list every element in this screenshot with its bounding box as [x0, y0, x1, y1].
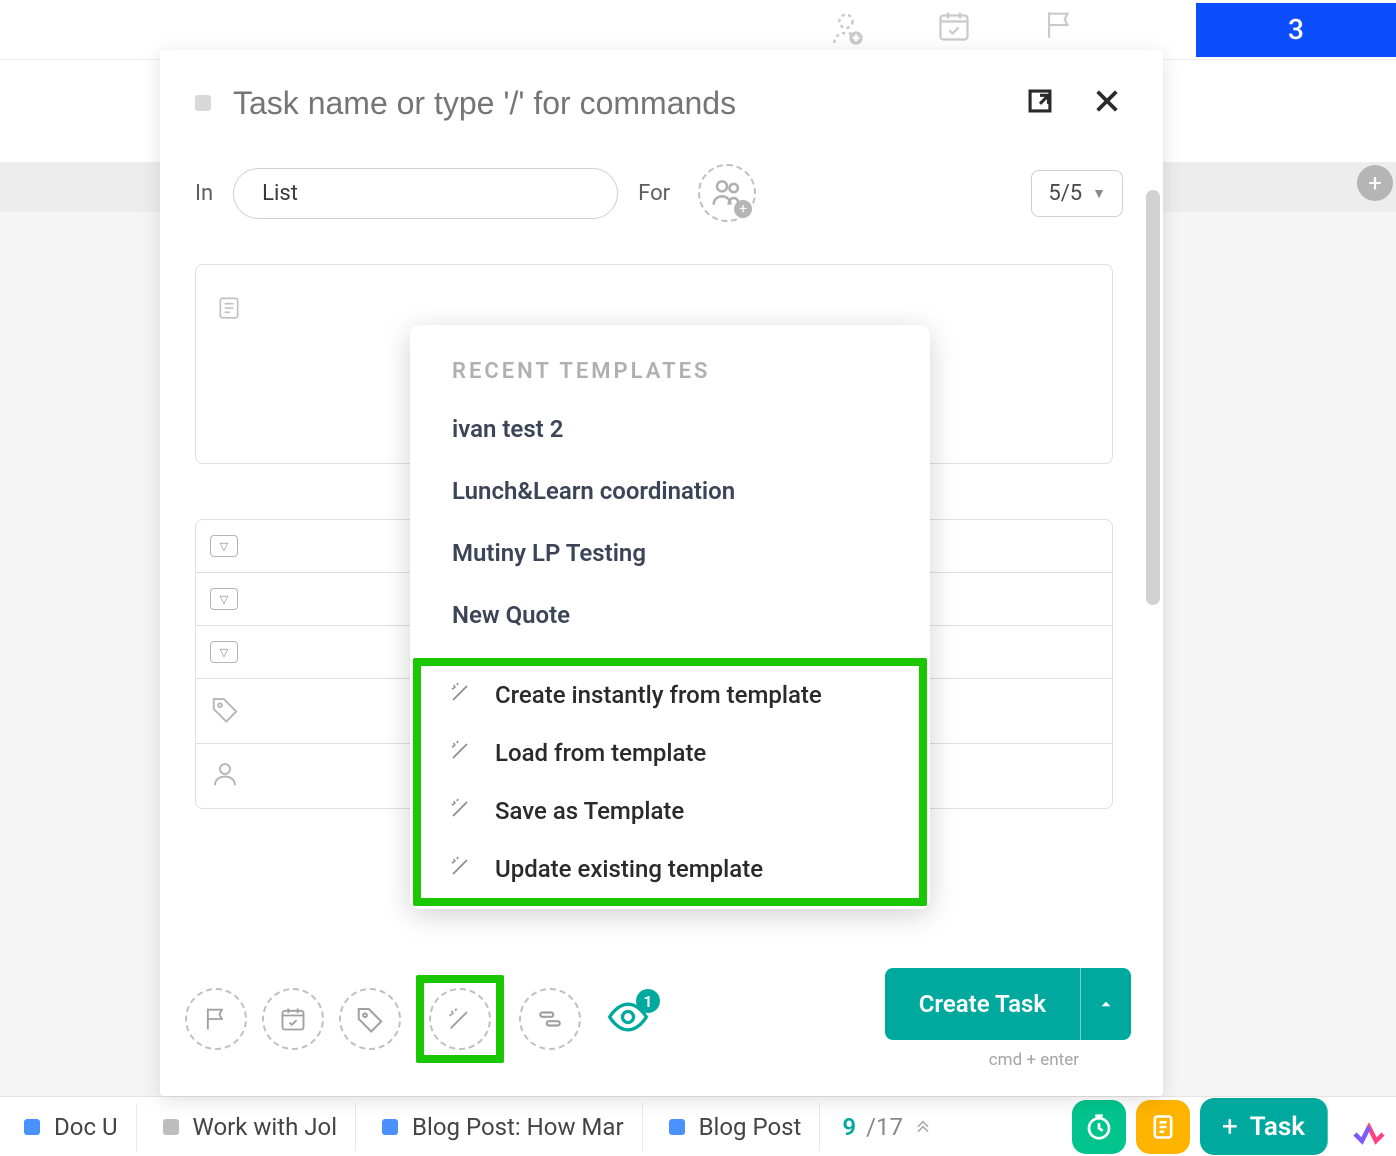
tag-button[interactable]	[339, 988, 401, 1050]
create-task-button[interactable]: Create Task	[885, 968, 1131, 1040]
create-task-modal: In List For + 5/5 ▼	[160, 50, 1163, 1096]
popover-section-title: RECENT TEMPLATES	[410, 347, 930, 398]
flag-icon	[1042, 8, 1076, 52]
template-item[interactable]: Mutiny LP Testing	[410, 522, 930, 584]
person-icon	[210, 759, 240, 793]
bottom-tab[interactable]: Blog Post	[651, 1103, 821, 1151]
counter-total: /17	[866, 1113, 903, 1141]
shortcut-hint: cmd + enter	[885, 1050, 1079, 1070]
priority-button[interactable]	[185, 988, 247, 1050]
template-actions-highlight: Create instantly from template Load from…	[413, 658, 927, 906]
date-button[interactable]	[262, 988, 324, 1050]
calendar-icon	[936, 8, 972, 52]
subtask-count[interactable]: 5/5 ▼	[1031, 170, 1123, 217]
scrollbar[interactable]	[1146, 190, 1160, 605]
open-external-icon[interactable]	[1023, 84, 1057, 122]
template-item[interactable]: ivan test 2	[410, 398, 930, 460]
caret-down-icon: ▼	[1092, 185, 1106, 202]
bottom-tab[interactable]: Work with Jol	[145, 1103, 357, 1151]
save-as-template-button[interactable]: Save as Template	[421, 782, 919, 840]
action-label: Load from template	[495, 739, 706, 767]
assignee-button[interactable]: +	[698, 164, 756, 222]
template-button[interactable]	[429, 988, 491, 1050]
action-label: Save as Template	[495, 797, 684, 825]
status-indicator[interactable]	[195, 95, 211, 111]
description-icon	[216, 306, 242, 325]
in-label: In	[195, 181, 213, 206]
bottom-tab[interactable]: Blog Post: How Mar	[364, 1103, 643, 1151]
load-from-template-button[interactable]: Load from template	[421, 724, 919, 782]
action-label: Create instantly from template	[495, 681, 822, 709]
watchers-count-badge: 1	[636, 989, 660, 1013]
create-task-label: Create Task	[885, 968, 1081, 1040]
add-user-icon	[826, 8, 866, 52]
chevron-up-icon	[913, 1113, 933, 1141]
wand-icon	[449, 680, 473, 710]
create-from-template-button[interactable]: Create instantly from template	[421, 666, 919, 724]
template-button-highlight	[416, 975, 504, 1063]
tab-label: Work with Jol	[193, 1113, 338, 1141]
subtask-expand-icon[interactable]: ▽	[210, 588, 238, 610]
wand-icon	[449, 854, 473, 884]
subtask-expand-icon[interactable]: ▽	[210, 641, 238, 663]
create-task-caret[interactable]	[1081, 968, 1131, 1040]
close-icon[interactable]	[1091, 85, 1123, 121]
template-item[interactable]: New Quote	[410, 584, 930, 646]
dependency-button[interactable]	[519, 988, 581, 1050]
notepad-button[interactable]	[1136, 1100, 1190, 1154]
subtask-expand-icon[interactable]: ▽	[210, 535, 238, 557]
wand-icon	[449, 796, 473, 826]
new-task-button[interactable]: + Task	[1200, 1098, 1328, 1155]
add-icon[interactable]: +	[1357, 165, 1393, 201]
watchers-button[interactable]: 1	[606, 995, 650, 1043]
subtask-count-text: 5/5	[1048, 181, 1082, 206]
add-assignee-icon: +	[734, 200, 752, 218]
template-popover: RECENT TEMPLATES ivan test 2 Lunch&Learn…	[410, 325, 930, 909]
update-existing-template-button[interactable]: Update existing template	[421, 840, 919, 898]
tab-label: Blog Post: How Mar	[412, 1113, 624, 1141]
list-selector[interactable]: List	[233, 168, 618, 219]
bottom-tab[interactable]: Doc U	[6, 1103, 137, 1151]
task-button-label: Task	[1250, 1112, 1305, 1142]
tab-counter[interactable]: 9/17	[828, 1113, 947, 1141]
status-dot	[669, 1119, 685, 1135]
clickup-logo-icon[interactable]	[1348, 1106, 1390, 1148]
tab-label: Blog Post	[699, 1113, 802, 1141]
template-item[interactable]: Lunch&Learn coordination	[410, 460, 930, 522]
action-label: Update existing template	[495, 855, 763, 883]
tag-icon	[210, 694, 240, 728]
tab-label: Doc U	[54, 1113, 118, 1141]
bottom-bar: Doc U Work with Jol Blog Post: How Mar B…	[0, 1096, 1396, 1156]
task-name-input[interactable]	[233, 85, 989, 122]
counter-current: 9	[842, 1113, 856, 1141]
for-label: For	[638, 181, 670, 206]
wand-icon	[449, 738, 473, 768]
status-dot	[24, 1119, 40, 1135]
status-dot	[382, 1119, 398, 1135]
status-dot	[163, 1119, 179, 1135]
header-count-badge[interactable]: 3	[1196, 3, 1396, 57]
timer-button[interactable]	[1072, 1100, 1126, 1154]
